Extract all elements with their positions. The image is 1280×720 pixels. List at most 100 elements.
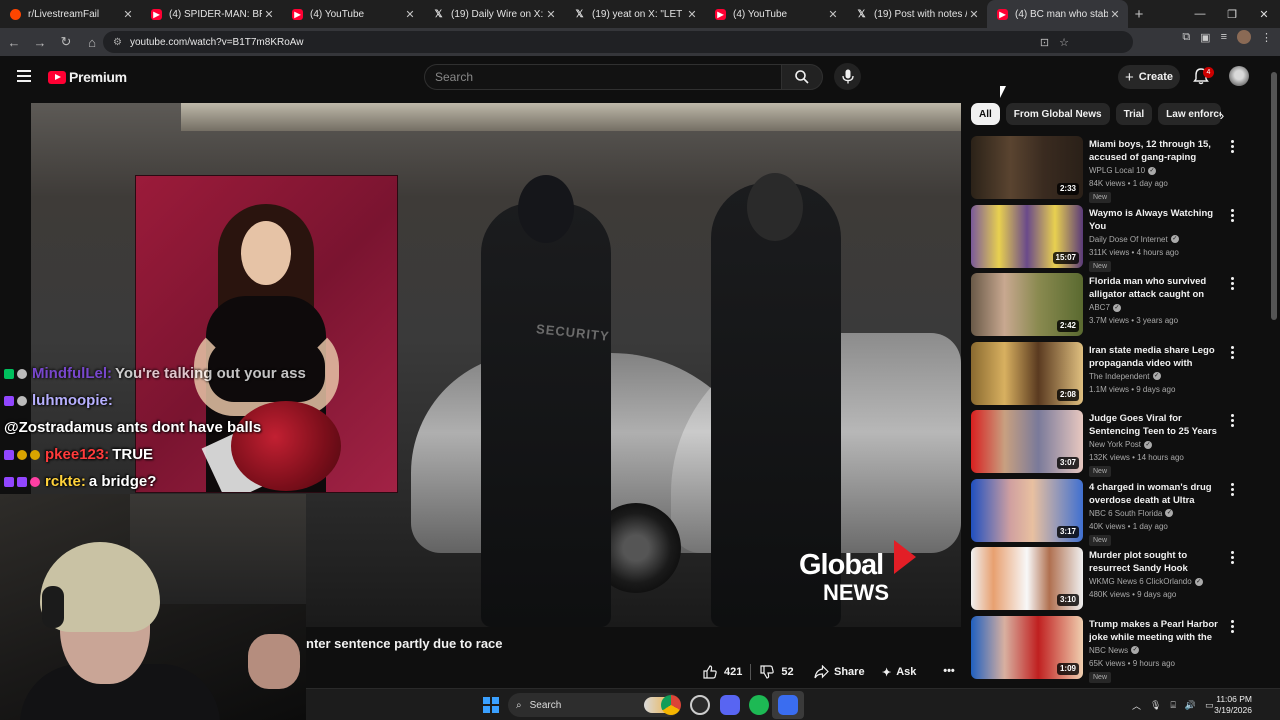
- browser-tab[interactable]: 𝕏 (19) Post with notes / X ✕: [846, 0, 987, 28]
- taskbar-search[interactable]: ⌕ Search: [508, 693, 680, 717]
- extensions-icon[interactable]: ⧉: [1182, 31, 1190, 44]
- profile-avatar[interactable]: [1237, 30, 1251, 44]
- video-thumbnail[interactable]: 2:33: [971, 136, 1083, 199]
- restore-icon[interactable]: ❐: [1216, 0, 1248, 28]
- recommended-title[interactable]: Florida man who survived alligator attac…: [1089, 275, 1219, 301]
- recommended-title[interactable]: 4 charged in woman's drug overdose death…: [1089, 481, 1219, 507]
- more-vertical-icon[interactable]: [1229, 414, 1235, 429]
- recommended-video[interactable]: 2:08 Iran state media share Lego propaga…: [971, 341, 1241, 411]
- back-icon[interactable]: ←: [2, 30, 26, 54]
- recommended-video[interactable]: 2:42 Florida man who survived alligator …: [971, 273, 1241, 342]
- video-thumbnail[interactable]: 1:09: [971, 615, 1083, 679]
- recommended-title[interactable]: Miami boys, 12 through 15, accused of ga…: [1089, 138, 1219, 164]
- close-icon[interactable]: ✕: [967, 8, 981, 21]
- chevron-right-icon[interactable]: ›: [1213, 106, 1231, 124]
- address-bar[interactable]: ⚙ youtube.com/watch?v=B1T7m8KRoAw ⊡ ☆: [103, 31, 1133, 53]
- side-panel-icon[interactable]: ▣: [1200, 31, 1210, 44]
- more-vertical-icon[interactable]: [1229, 619, 1235, 635]
- close-icon[interactable]: ✕: [1108, 8, 1122, 21]
- more-vertical-icon[interactable]: [1229, 140, 1235, 155]
- spotify-app-icon[interactable]: [749, 695, 769, 715]
- reload-icon[interactable]: ↻: [54, 30, 78, 54]
- channel-name[interactable]: WPLG Local 10 ✓: [1089, 166, 1157, 175]
- search-input[interactable]: Search: [424, 64, 781, 90]
- account-avatar[interactable]: [1229, 66, 1249, 86]
- chrome-app-icon[interactable]: [661, 695, 681, 715]
- more-vertical-icon[interactable]: [1229, 345, 1235, 361]
- browser-tab-active[interactable]: ▶ (4) BC man who stabbed ✕: [987, 0, 1128, 28]
- page-scrollbar[interactable]: [1270, 60, 1278, 688]
- voice-search-button[interactable]: [834, 63, 861, 90]
- channel-name[interactable]: ABC7 ✓: [1089, 303, 1121, 312]
- ask-button[interactable]: ✦ Ask: [882, 660, 930, 684]
- browser-tab[interactable]: ▶ (4) YouTube ✕: [705, 0, 846, 28]
- channel-name[interactable]: NBC News ✓: [1089, 646, 1140, 655]
- menu-icon[interactable]: [17, 70, 31, 85]
- recommended-video[interactable]: 1:09 Trump makes a Pearl Harbor joke whi…: [971, 615, 1241, 685]
- recommended-video[interactable]: 3:17 4 charged in woman's drug overdose …: [971, 478, 1241, 548]
- media-controls-icon[interactable]: ≡: [1221, 31, 1227, 43]
- more-vertical-icon[interactable]: [1229, 277, 1235, 292]
- minimize-icon[interactable]: —: [1184, 0, 1216, 28]
- recommended-title[interactable]: Judge Goes Viral for Sentencing Teen to …: [1089, 412, 1219, 438]
- video-thumbnail[interactable]: 3:10: [971, 547, 1083, 610]
- search-button[interactable]: [781, 64, 823, 90]
- channel-name[interactable]: WKMG News 6 ClickOrlando ✓: [1089, 577, 1203, 586]
- close-icon[interactable]: ✕: [403, 8, 417, 21]
- recommended-video[interactable]: 3:07 Judge Goes Viral for Sentencing Tee…: [971, 410, 1241, 479]
- more-vertical-icon[interactable]: [1229, 551, 1235, 566]
- browser-tab[interactable]: r/LivestreamFail ✕: [0, 0, 141, 28]
- pinned-app-icon[interactable]: [778, 695, 798, 715]
- video-thumbnail[interactable]: 3:07: [971, 410, 1083, 473]
- browser-tab[interactable]: ▶ (4) YouTube ✕: [282, 0, 423, 28]
- video-thumbnail[interactable]: 3:17: [971, 478, 1083, 542]
- channel-name[interactable]: The Independent ✓: [1089, 372, 1161, 381]
- steam-app-icon[interactable]: [690, 695, 710, 715]
- recommended-video[interactable]: 15:07 Waymo is Always Watching You Daily…: [971, 204, 1241, 274]
- recommended-title[interactable]: Murder plot sought to resurrect Sandy Ho…: [1089, 549, 1219, 575]
- chip-all[interactable]: All: [971, 103, 1000, 125]
- close-icon[interactable]: ✕: [262, 8, 276, 21]
- channel-name[interactable]: New York Post ✓: [1089, 440, 1153, 449]
- more-vertical-icon[interactable]: [1229, 482, 1235, 498]
- scrollbar-thumb[interactable]: [1271, 72, 1277, 320]
- channel-name[interactable]: NBC 6 South Florida ✓: [1089, 509, 1174, 518]
- close-window-icon[interactable]: ✕: [1248, 0, 1280, 28]
- recommended-video[interactable]: 3:10 Murder plot sought to resurrect San…: [971, 547, 1241, 616]
- browser-tab[interactable]: 𝕏 (19) Daily Wire on X: "This ✕: [423, 0, 564, 28]
- volume-icon[interactable]: 🔊: [1185, 700, 1196, 711]
- more-actions-button[interactable]: •••: [938, 660, 960, 682]
- thumbs-down-icon[interactable]: [759, 664, 775, 680]
- recommended-title[interactable]: Waymo is Always Watching You: [1089, 207, 1219, 233]
- share-button[interactable]: Share: [814, 660, 870, 684]
- close-icon[interactable]: ✕: [826, 8, 840, 21]
- recommended-title[interactable]: Trump makes a Pearl Harbor joke while me…: [1089, 618, 1219, 644]
- chrome-menu-icon[interactable]: ⋮: [1261, 31, 1272, 44]
- close-icon[interactable]: ✕: [544, 8, 558, 21]
- browser-tab[interactable]: ▶ (4) SPIDER-MAN: BRAND ✕: [141, 0, 282, 28]
- chip-from-channel[interactable]: From Global News: [1005, 103, 1110, 125]
- like-count[interactable]: 421: [724, 666, 742, 678]
- close-icon[interactable]: ✕: [121, 8, 135, 21]
- video-thumbnail[interactable]: 15:07: [971, 204, 1083, 268]
- thumbs-up-icon[interactable]: [702, 664, 718, 680]
- chip-trial[interactable]: Trial: [1115, 103, 1153, 125]
- close-icon[interactable]: ✕: [685, 8, 699, 21]
- windows-start-icon[interactable]: [483, 697, 499, 713]
- forward-icon[interactable]: →: [28, 30, 52, 54]
- microphone-tray-icon[interactable]: 🎙: [1150, 700, 1161, 711]
- tray-chevron-up-icon[interactable]: ︿: [1132, 699, 1141, 712]
- channel-name[interactable]: Daily Dose Of Internet ✓: [1089, 235, 1179, 244]
- home-icon[interactable]: ⌂: [80, 30, 104, 54]
- youtube-logo[interactable]: Premium: [48, 69, 127, 85]
- recommended-video[interactable]: 2:33 Miami boys, 12 through 15, accused …: [971, 136, 1241, 205]
- dislike-count[interactable]: 52: [781, 666, 793, 678]
- more-vertical-icon[interactable]: [1229, 208, 1235, 224]
- bookmark-star-icon[interactable]: ☆: [1059, 36, 1069, 49]
- taskbar-clock[interactable]: 11:06 PM 3/19/2026: [1204, 694, 1252, 716]
- new-tab-button[interactable]: +: [1128, 6, 1150, 23]
- network-icon[interactable]: ⌸: [1170, 700, 1175, 711]
- recommended-title[interactable]: Iran state media share Lego propaganda v…: [1089, 344, 1219, 370]
- video-thumbnail[interactable]: 2:08: [971, 341, 1083, 405]
- discord-app-icon[interactable]: [720, 695, 740, 715]
